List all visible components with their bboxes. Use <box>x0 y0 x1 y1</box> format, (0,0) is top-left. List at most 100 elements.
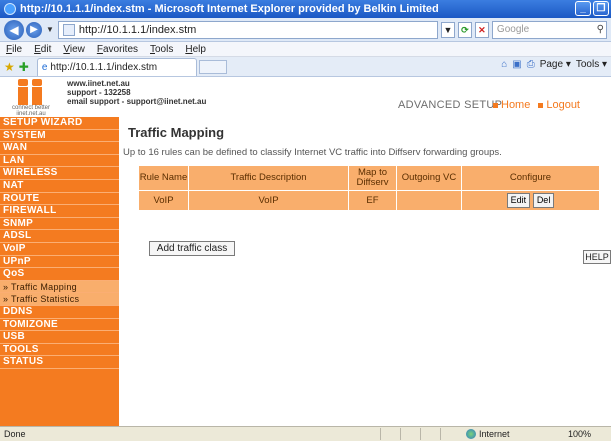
sidebar-item-wireless[interactable]: WIRELESS <box>0 167 119 180</box>
cell-map-to: EF <box>348 190 397 211</box>
sidebar-item-adsl[interactable]: ADSL <box>0 230 119 243</box>
col-outgoing-vc: Outgoing VC <box>396 165 462 191</box>
menu-tools[interactable]: Tools <box>150 44 173 55</box>
sidebar-item-qos[interactable]: QoS <box>0 268 119 281</box>
sidebar-item-tomizone[interactable]: TOMIZONE <box>0 319 119 332</box>
col-configure: Configure <box>461 165 600 191</box>
sidebar-item-ddns[interactable]: DDNS <box>0 306 119 319</box>
tab-bar: ★ ✚ e http://10.1.1.1/index.stm ⌂ ▣ ⎙ Pa… <box>0 57 611 77</box>
sidebar-item-wan[interactable]: WAN <box>0 142 119 155</box>
minimize-button[interactable]: _ <box>575 1 591 16</box>
search-input[interactable]: Google ⚲ <box>491 20 607 39</box>
window-titlebar: http://10.1.1.1/index.stm - Microsoft In… <box>0 0 611 18</box>
address-dropdown-icon[interactable]: ▼ <box>440 21 455 38</box>
menu-file[interactable]: File <box>6 44 22 55</box>
page-icon <box>62 23 75 36</box>
sidebar-item-traffic-statistics[interactable]: » Traffic Statistics <box>0 293 119 306</box>
sidebar-item-status[interactable]: STATUS <box>0 356 119 369</box>
sidebar-item-lan[interactable]: LAN <box>0 155 119 168</box>
sidebar-item-system[interactable]: SYSTEM <box>0 130 119 143</box>
menu-bar: File Edit View Favorites Tools Help <box>0 42 611 57</box>
add-favorite-icon[interactable]: ✚ <box>19 60 29 74</box>
search-placeholder: Google <box>496 23 530 35</box>
address-toolbar: ◀ ▶ ▼ http://10.1.1.1/index.stm ▼ ⟳ ✕ Go… <box>0 18 611 42</box>
ie-icon <box>4 3 16 15</box>
menu-edit[interactable]: Edit <box>34 44 51 55</box>
bullet-icon <box>493 102 498 108</box>
top-links: Home Logout <box>493 99 580 111</box>
sidebar-item-snmp[interactable]: SNMP <box>0 218 119 231</box>
logout-link[interactable]: Logout <box>538 99 580 111</box>
sidebar-item-firewall[interactable]: FIREWALL <box>0 205 119 218</box>
favorites-star-icon[interactable]: ★ <box>4 60 15 74</box>
logout-link-label: Logout <box>546 99 580 111</box>
maximize-button[interactable]: ❐ <box>593 1 609 16</box>
help-button[interactable]: HELP <box>583 250 611 264</box>
back-button[interactable]: ◀ <box>4 19 24 40</box>
stop-icon[interactable]: ✕ <box>474 21 489 38</box>
zone-label: Internet <box>479 429 510 439</box>
col-map-to-diffserv: Map to Diffserv <box>348 165 397 191</box>
table-header-row: Rule Name Traffic Description Map to Dif… <box>138 165 600 191</box>
support-email: email support - support@iinet.net.au <box>67 97 207 106</box>
window-title: http://10.1.1.1/index.stm - Microsoft In… <box>20 3 439 15</box>
cell-configure: Edit Del <box>461 190 600 211</box>
new-tab-button[interactable] <box>198 59 227 74</box>
menu-view[interactable]: View <box>63 44 85 55</box>
cell-traffic-description: VoIP <box>188 190 349 211</box>
print-icon[interactable]: ⎙ <box>527 59 535 70</box>
sidebar-item-setup-wizard[interactable]: SETUP WIZARD <box>0 117 119 130</box>
rules-table: Rule Name Traffic Description Map to Dif… <box>138 165 600 211</box>
home-link[interactable]: Home <box>493 99 530 111</box>
zoom-level[interactable]: 100% <box>568 427 591 441</box>
sidebar-item-voip[interactable]: VoIP <box>0 243 119 256</box>
refresh-icon[interactable]: ⟳ <box>457 21 472 38</box>
add-traffic-class-button[interactable]: Add traffic class <box>149 241 235 256</box>
sidebar-item-nat[interactable]: NAT <box>0 180 119 193</box>
site-url: www.iinet.net.au <box>67 79 130 88</box>
search-icon[interactable]: ⚲ <box>597 22 604 38</box>
command-bar: ⌂ ▣ ⎙ Page ▾ Tools ▾ <box>501 59 607 70</box>
support-phone: support - 132258 <box>67 88 131 97</box>
main-content: Traffic Mapping Up to 16 rules can be de… <box>119 117 611 426</box>
bullet-icon <box>538 102 544 108</box>
sidebar-item-tools[interactable]: TOOLS <box>0 344 119 357</box>
router-header: connect better iinet.net.au www.iinet.ne… <box>0 77 611 117</box>
sidebar-item-upnp[interactable]: UPnP <box>0 256 119 269</box>
sidebar-filler <box>0 369 119 389</box>
sidebar-item-traffic-mapping[interactable]: » Traffic Mapping <box>0 280 119 294</box>
edit-button[interactable]: Edit <box>506 193 531 208</box>
feeds-icon[interactable]: ▣ <box>512 59 521 70</box>
menu-favorites[interactable]: Favorites <box>97 44 138 55</box>
status-text: Done <box>4 429 26 439</box>
table-row: VoIP VoIP EF Edit Del <box>138 190 600 211</box>
contact-info: www.iinet.net.au support - 132258 email … <box>67 79 206 106</box>
page-description: Up to 16 rules can be defined to classif… <box>123 147 502 158</box>
col-rule-name: Rule Name <box>138 165 189 191</box>
address-bar[interactable]: http://10.1.1.1/index.stm <box>57 20 438 39</box>
globe-icon <box>466 429 476 439</box>
sidebar-nav: SETUP WIZARD SYSTEM WAN LAN WIRELESS NAT ROUTE… <box>0 117 119 426</box>
window-controls: _ ❐ <box>575 1 609 16</box>
cell-rule-name: VoIP <box>138 190 189 211</box>
cell-outgoing-vc <box>396 190 462 211</box>
menu-help[interactable]: Help <box>185 44 206 55</box>
ie-page-icon: e <box>41 61 48 73</box>
home-link-label: Home <box>501 99 531 111</box>
section-title: ADVANCED SETUP <box>398 99 503 111</box>
page-title: Traffic Mapping <box>128 125 225 140</box>
forward-button[interactable]: ▶ <box>26 21 42 38</box>
security-zone: Internet <box>466 427 510 441</box>
sidebar-item-usb[interactable]: USB <box>0 331 119 344</box>
logo-slogan: connect better iinet.net.au <box>5 105 57 117</box>
delete-button[interactable]: Del <box>532 193 555 208</box>
col-traffic-description: Traffic Description <box>188 165 349 191</box>
home-icon[interactable]: ⌂ <box>501 59 507 70</box>
page-menu[interactable]: Page ▾ <box>540 59 571 70</box>
status-bar: Done Internet 100% <box>0 426 611 441</box>
tab-active[interactable]: e http://10.1.1.1/index.stm <box>36 57 197 76</box>
tools-menu[interactable]: Tools ▾ <box>576 59 607 70</box>
tab-label: http://10.1.1.1/index.stm <box>50 61 158 73</box>
sidebar-item-route[interactable]: ROUTE <box>0 193 119 206</box>
history-dropdown-icon[interactable]: ▼ <box>46 25 54 34</box>
